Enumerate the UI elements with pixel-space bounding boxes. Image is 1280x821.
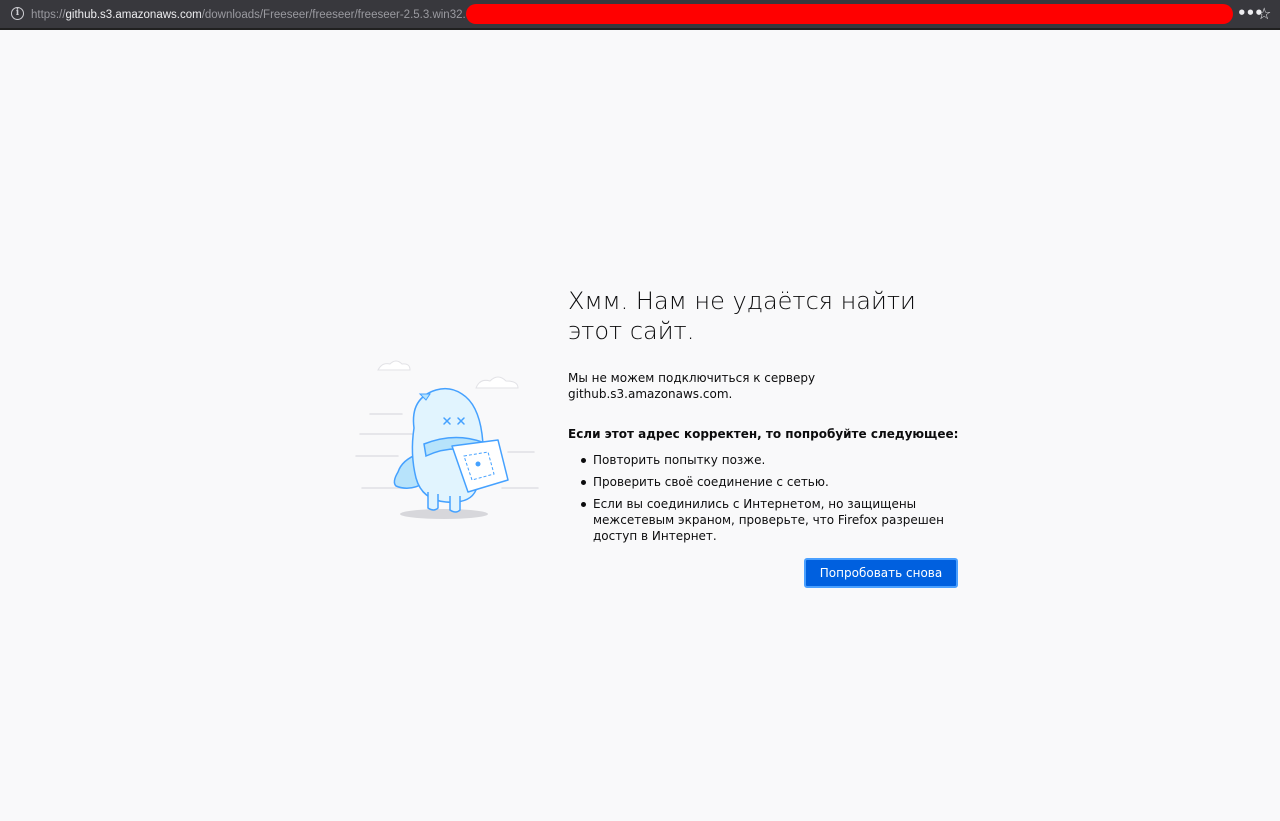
try-again-button[interactable]: Попробовать снова bbox=[804, 558, 958, 588]
url-bar[interactable]: i https://github.s3.amazonaws.com/downlo… bbox=[0, 0, 1280, 30]
url-protocol: https:// bbox=[31, 9, 66, 21]
suggestions-heading: Если этот адрес корректен, то попробуйте… bbox=[568, 427, 959, 441]
suggestion-text: Если вы соединились с Интернетом, но защ… bbox=[593, 497, 944, 543]
bullet-icon bbox=[581, 502, 586, 507]
dinosaur-illustration bbox=[355, 360, 539, 519]
cloud-icon bbox=[377, 360, 411, 371]
error-description: Мы не можем подключиться к серверу githu… bbox=[568, 371, 816, 401]
url-host: github.s3.amazonaws.com bbox=[65, 9, 202, 21]
list-item: Если вы соединились с Интернетом, но защ… bbox=[568, 496, 963, 544]
suggestion-text: Повторить попытку позже. bbox=[593, 453, 766, 467]
suggestion-text: Проверить своё соединение с сетью. bbox=[593, 475, 829, 489]
bullet-icon bbox=[581, 480, 586, 485]
ellipsis-icon[interactable]: ••• bbox=[1237, 5, 1264, 23]
error-content: Хмм. Нам не удаётся найти этот сайт. Мы … bbox=[568, 286, 968, 550]
list-item: Повторить попытку позже. bbox=[568, 452, 963, 468]
suggestions-list: Повторить попытку позже. Проверить своё … bbox=[568, 452, 968, 544]
url-path: /downloads/Freeseer/freeseer/freeseer-2.… bbox=[201, 9, 471, 21]
list-item: Проверить своё соединение с сетью. bbox=[568, 474, 963, 490]
url-text[interactable]: https://github.s3.amazonaws.com/download… bbox=[31, 7, 471, 23]
cloud-icon bbox=[475, 376, 519, 389]
star-icon[interactable]: ☆ bbox=[1257, 5, 1275, 23]
info-icon[interactable]: i bbox=[11, 7, 24, 20]
page-title: Хмм. Нам не удаётся найти этот сайт. bbox=[568, 287, 916, 345]
url-redaction bbox=[466, 4, 1233, 24]
bullet-icon bbox=[581, 458, 586, 463]
